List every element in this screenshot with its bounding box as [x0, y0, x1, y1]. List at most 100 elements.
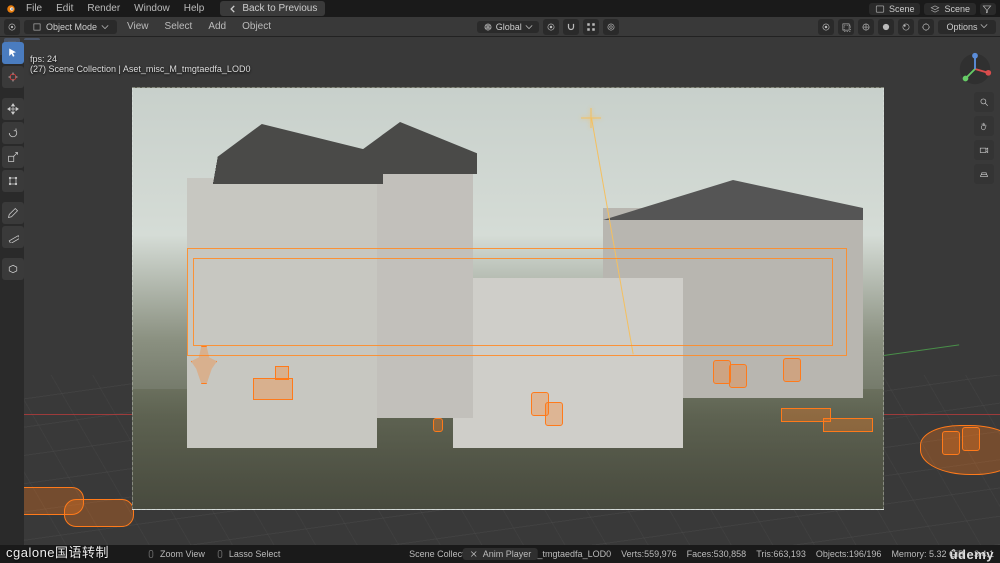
filter-icon: [982, 4, 992, 14]
selected-object-pallet[interactable]: [823, 418, 873, 432]
menu-window[interactable]: Window: [128, 1, 176, 16]
viewport-gizmos: [974, 92, 994, 184]
hint-zoom: Zoom View: [160, 549, 205, 559]
hand-icon: [979, 121, 989, 131]
snap-type-button[interactable]: [583, 19, 599, 35]
menu-edit[interactable]: Edit: [50, 1, 79, 16]
xray-toggle[interactable]: [838, 19, 854, 35]
shading-rendered[interactable]: [918, 19, 934, 35]
back-to-previous-button[interactable]: Back to Previous: [220, 1, 325, 16]
anim-player-button[interactable]: Anim Player: [463, 548, 538, 560]
menu-help[interactable]: Help: [178, 1, 211, 16]
back-label: Back to Previous: [242, 3, 317, 14]
camera-gizmo[interactable]: [974, 140, 994, 160]
selected-object-bush[interactable]: [920, 425, 1000, 475]
blender-logo-icon: [4, 2, 18, 16]
building: [453, 278, 683, 448]
grid-icon: [979, 169, 989, 179]
render-engine-button[interactable]: [980, 3, 996, 15]
nav-gizmo[interactable]: [956, 50, 994, 88]
perspective-gizmo[interactable]: [974, 164, 994, 184]
tool-select-box[interactable]: [2, 42, 24, 64]
selected-object-barrel[interactable]: [729, 364, 747, 388]
zoom-icon: [979, 97, 989, 107]
menu-file[interactable]: File: [20, 1, 48, 16]
tool-move[interactable]: [2, 98, 24, 120]
selected-object-lantern[interactable]: [275, 366, 289, 380]
hint-lasso: Lasso Select: [229, 549, 281, 559]
transform-icon: [7, 175, 19, 187]
proportional-edit-toggle[interactable]: [603, 19, 619, 35]
solid-icon: [881, 22, 891, 32]
menu-view[interactable]: View: [121, 19, 155, 34]
watermark-right: ûdemy: [950, 547, 994, 562]
wireframe-icon: [861, 22, 871, 32]
add-cube-icon: [7, 263, 19, 275]
select-icon: [7, 47, 19, 59]
xray-icon: [841, 22, 851, 32]
tool-annotate[interactable]: [2, 202, 24, 224]
proportional-icon: [606, 22, 616, 32]
shading-solid[interactable]: [878, 19, 894, 35]
shading-wireframe[interactable]: [858, 19, 874, 35]
status-faces: Faces:530,858: [687, 549, 747, 559]
3d-viewport[interactable]: [24, 40, 1000, 545]
grid-snap-icon: [586, 22, 596, 32]
scale-icon: [7, 151, 19, 163]
selected-object-barrel[interactable]: [545, 402, 563, 426]
scene-name: Scene: [889, 4, 915, 14]
chevron-down-icon: [101, 23, 109, 31]
tool-scale[interactable]: [2, 146, 24, 168]
snap-toggle[interactable]: [563, 19, 579, 35]
shading-material[interactable]: [898, 19, 914, 35]
mouse-icon: [146, 549, 156, 559]
layers-icon: [930, 4, 940, 14]
tool-add-primitive[interactable]: [2, 258, 24, 280]
options-label: Options: [946, 22, 977, 32]
status-verts: Verts:559,976: [621, 549, 677, 559]
chevron-down-icon: [525, 23, 533, 31]
orientation-label: Global: [496, 22, 522, 32]
view-layer-selector[interactable]: Scene: [924, 3, 976, 15]
selected-object-rocks[interactable]: [64, 499, 134, 527]
rotate-icon: [7, 127, 19, 139]
pan-gizmo[interactable]: [974, 116, 994, 136]
overlays-toggle[interactable]: [818, 19, 834, 35]
menu-object[interactable]: Object: [236, 19, 277, 34]
tool-measure[interactable]: [2, 226, 24, 248]
menu-add[interactable]: Add: [202, 19, 232, 34]
object-mode-icon: [32, 22, 42, 32]
status-tris: Tris:663,193: [756, 549, 806, 559]
tool-cursor[interactable]: [2, 66, 24, 88]
building: [187, 178, 377, 448]
viewport-icon: [7, 22, 17, 32]
viewport-header: Object Mode View Select Add Object Globa…: [0, 17, 1000, 37]
editor-type-button[interactable]: [4, 19, 20, 35]
anim-player-label: Anim Player: [483, 549, 532, 559]
mode-selector[interactable]: Object Mode: [24, 20, 117, 34]
camera-frame: [132, 87, 884, 510]
top-menu-bar: File Edit Render Window Help Back to Pre…: [0, 0, 1000, 17]
options-button[interactable]: Options: [938, 20, 996, 34]
selected-object-crate[interactable]: [433, 418, 443, 432]
pivot-button[interactable]: [543, 19, 559, 35]
overlays-icon: [821, 22, 831, 32]
move-icon: [7, 103, 19, 115]
tool-rotate[interactable]: [2, 122, 24, 144]
zoom-gizmo[interactable]: [974, 92, 994, 112]
selected-object-barrel[interactable]: [783, 358, 801, 382]
tool-transform[interactable]: [2, 170, 24, 192]
back-arrow-icon: [228, 4, 238, 14]
pivot-icon: [546, 22, 556, 32]
scene-selector[interactable]: Scene: [869, 3, 921, 15]
orientation-selector[interactable]: Global: [477, 21, 539, 33]
status-objects: Objects:196/196: [816, 549, 882, 559]
cursor-icon: [7, 71, 19, 83]
selected-object-table[interactable]: [253, 378, 293, 400]
watermark-left: cgalone国语转制: [6, 542, 109, 561]
menu-select[interactable]: Select: [159, 19, 199, 34]
mouse-icon: [215, 549, 225, 559]
globe-icon: [483, 22, 493, 32]
matprev-icon: [901, 22, 911, 32]
menu-render[interactable]: Render: [81, 1, 126, 16]
